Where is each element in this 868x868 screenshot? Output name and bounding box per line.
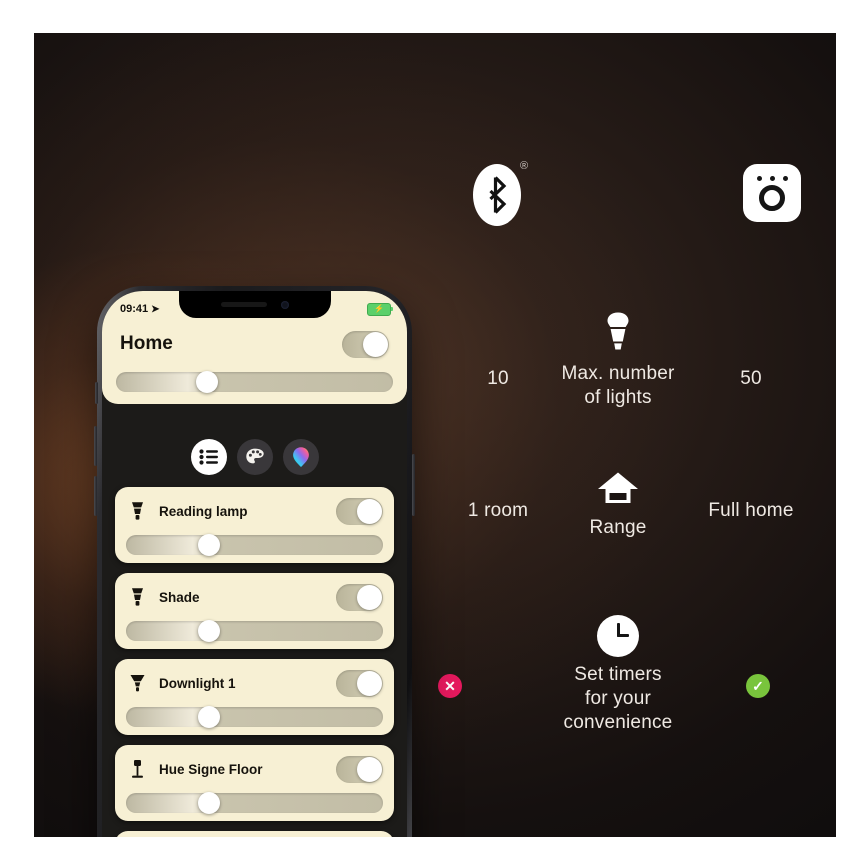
downlight-icon <box>130 675 145 692</box>
home-title-row: Home <box>116 325 393 363</box>
tab-colors[interactable] <box>282 439 319 475</box>
max-lights-left-value: 10 <box>487 368 509 389</box>
light-toggle[interactable] <box>336 755 383 783</box>
feature-row-timers: ✕ Set timers for your convenience ✓ <box>400 615 836 745</box>
max-lights-center: Max. number of lights <box>513 311 723 410</box>
check-badge-glyph: ✓ <box>752 678 764 694</box>
status-bar-left: 09:41 ➤ <box>120 303 160 315</box>
light-name: Downlight 1 <box>159 675 236 691</box>
timers-label-line3: convenience <box>563 712 673 733</box>
phone-volume-down-button <box>94 476 97 516</box>
hue-bridge-icon <box>743 164 801 222</box>
light-name: Shade <box>159 589 200 605</box>
light-brightness-slider[interactable] <box>126 706 383 728</box>
home-master-toggle[interactable] <box>342 330 389 358</box>
light-brightness-slider[interactable] <box>126 792 383 814</box>
timers-label-line1: Set timers <box>574 664 662 685</box>
light-row-top: Shade <box>126 582 383 612</box>
light-toggle[interactable] <box>336 669 383 697</box>
earpiece-speaker <box>220 302 267 307</box>
cross-badge-glyph: ✕ <box>444 678 456 694</box>
phone-mute-switch <box>95 382 98 404</box>
list-icon <box>198 449 218 465</box>
light-row-top: Reading lamp <box>126 496 383 526</box>
battery-charging-icon: ⚡ <box>367 302 393 316</box>
light-toggle-knob <box>357 584 382 610</box>
lightbulb-icon <box>513 311 723 356</box>
tab-bar <box>102 439 407 475</box>
light-list: Reading lamp Shade Downlight 1 Hue Signe… <box>102 487 407 837</box>
status-time: 09:41 <box>120 303 149 315</box>
battery-bolt-glyph: ⚡ <box>374 304 384 313</box>
light-name: Hue Signe Floor <box>159 761 263 777</box>
bluetooth-icon <box>473 164 521 226</box>
phone-power-button <box>412 454 415 516</box>
floor-lamp-icon <box>132 760 143 778</box>
bridge-button-ring <box>759 184 785 211</box>
light-row-left: Shade <box>126 587 200 607</box>
feature-row-max-lights: 10 Max. number of lights 50 <box>400 311 836 421</box>
clock-icon <box>597 615 639 657</box>
light-toggle[interactable] <box>336 497 383 525</box>
spot-bulb-icon <box>132 588 143 606</box>
phone-screen: 09:41 ➤ ⚡ Home Reading lamp Shade Downli… <box>102 291 407 837</box>
bridge-indicator-dots <box>756 175 788 181</box>
screenshot-root: ® 10 Max. number of lights 50 1 room Ran… <box>0 0 868 868</box>
home-master-toggle-knob <box>363 331 388 357</box>
light-toggle[interactable] <box>336 583 383 611</box>
registered-trademark: ® <box>520 160 529 172</box>
light-row-left: Hue Signe Floor <box>126 759 263 779</box>
home-brightness-slider-knob[interactable] <box>196 371 219 393</box>
light-toggle-knob <box>357 670 382 696</box>
max-lights-right-value: 50 <box>740 368 762 389</box>
spot-bulb-icon <box>132 502 143 520</box>
light-brightness-slider-knob[interactable] <box>197 534 220 556</box>
color-bulb-icon <box>292 447 309 467</box>
bluetooth-badge: ® <box>473 160 543 226</box>
light-row-left: Downlight 1 <box>126 673 236 693</box>
cross-badge: ✕ <box>438 674 462 698</box>
light-brightness-slider[interactable] <box>126 620 383 642</box>
timers-center: Set timers for your convenience <box>513 615 723 735</box>
promo-image: ® 10 Max. number of lights 50 1 room Ran… <box>34 33 836 837</box>
location-arrow-icon: ➤ <box>151 303 160 315</box>
phone-notch <box>178 291 331 318</box>
light-name: Reading lamp <box>159 503 248 519</box>
light-row-left: Reading lamp <box>126 501 248 521</box>
light-toggle-knob <box>357 756 382 782</box>
list-item[interactable]: Downlight 1 <box>115 659 394 735</box>
phone-volume-up-button <box>94 426 97 466</box>
max-lights-right-value-wrap: 50 <box>676 367 826 391</box>
front-camera <box>280 300 289 309</box>
list-item[interactable]: Shade <box>115 573 394 649</box>
light-brightness-slider-knob[interactable] <box>197 620 220 642</box>
light-row-top: Downlight 1 <box>126 668 383 698</box>
range-right-value-wrap: Full home <box>676 499 826 523</box>
page-title: Home <box>120 333 173 354</box>
list-item[interactable]: Reading lamp <box>115 487 394 563</box>
list-item[interactable]: Hue Signe Floor <box>115 745 394 821</box>
feature-row-range: 1 room Range Full home <box>400 471 836 561</box>
light-brightness-slider-knob[interactable] <box>197 792 220 814</box>
check-badge: ✓ <box>746 674 770 698</box>
timers-label-line2: for your <box>584 688 651 709</box>
home-brightness-slider[interactable] <box>116 371 393 393</box>
palette-icon <box>245 448 264 464</box>
hue-bridge-badge <box>743 164 801 222</box>
list-item[interactable]: Hue Flourish <box>115 831 394 837</box>
light-brightness-slider[interactable] <box>126 534 383 556</box>
range-right-value: Full home <box>708 500 794 521</box>
tab-scenes[interactable] <box>236 439 273 475</box>
phone-mockup: 09:41 ➤ ⚡ Home Reading lamp Shade Downli… <box>94 286 415 837</box>
light-brightness-slider-knob[interactable] <box>197 706 220 728</box>
light-toggle-knob <box>357 498 382 524</box>
tab-list[interactable] <box>190 439 227 475</box>
light-row-top: Hue Signe Floor <box>126 754 383 784</box>
